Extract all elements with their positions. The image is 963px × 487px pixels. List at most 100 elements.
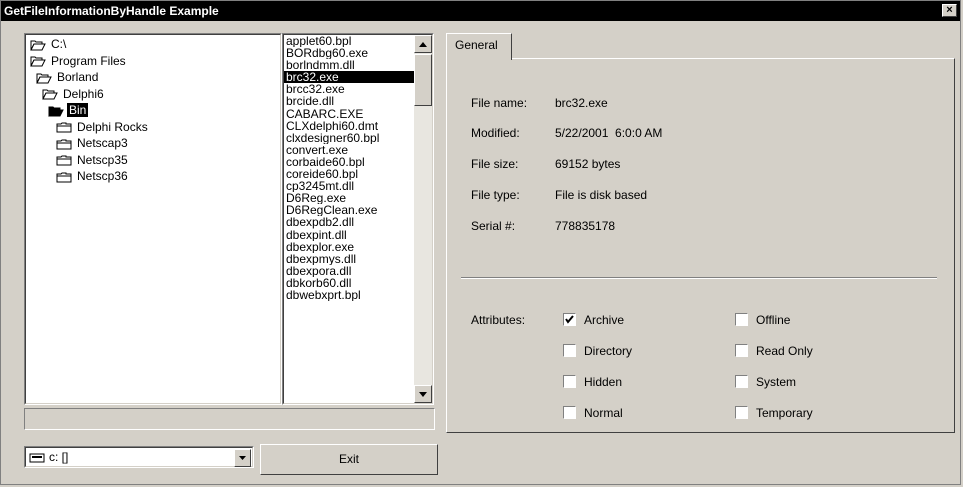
- status-bar: [24, 408, 435, 430]
- file-type-value: File is disk based: [555, 188, 648, 202]
- chevron-down-icon: [239, 456, 246, 460]
- open-folder-icon: [30, 40, 46, 51]
- file-list-item[interactable]: coreide60.bpl: [284, 168, 414, 180]
- drive-icon: [29, 453, 45, 463]
- folder-icon: [56, 122, 72, 133]
- tree-item-borland[interactable]: Borland: [36, 69, 100, 85]
- file-list-item[interactable]: corbaide60.bpl: [284, 156, 414, 168]
- attributes-label: Attributes:: [471, 313, 526, 327]
- exit-label: Exit: [338, 452, 359, 466]
- general-panel: File name: brc32.exe Modified: 5/22/2001 6…: [446, 58, 955, 433]
- serial-row: Serial #: 778835178: [471, 218, 615, 234]
- file-list-item[interactable]: D6Reg.exe: [284, 192, 414, 204]
- file-list-item[interactable]: applet60.bpl: [284, 35, 414, 47]
- file-list-frame: applet60.bpl BORdbg60.exe borlndmm.dll brc3…: [283, 34, 433, 404]
- window-title: GetFileInformationByHandle Example: [4, 4, 219, 18]
- file-list-item[interactable]: dbexpmys.dll: [284, 253, 414, 265]
- file-list-item[interactable]: BORdbg60.exe: [284, 47, 414, 59]
- file-list-item[interactable]: dbkorb60.dll: [284, 277, 414, 289]
- checkbox-read-only[interactable]: Read Only: [735, 343, 813, 359]
- folder-icon: [56, 139, 72, 150]
- triangle-up-icon: [419, 42, 427, 47]
- drive-combo-frame: c: []: [25, 447, 253, 467]
- file-list-item[interactable]: CABARC.EXE: [284, 108, 414, 120]
- checkbox-temporary[interactable]: Temporary: [735, 405, 813, 421]
- checkbox-box[interactable]: [563, 313, 576, 327]
- checkbox-hidden[interactable]: Hidden: [563, 374, 622, 390]
- scroll-down-button[interactable]: [414, 385, 432, 403]
- tree-item-label: Borland: [57, 70, 99, 84]
- scroll-up-button[interactable]: [414, 35, 432, 53]
- file-list-item[interactable]: cp3245mt.dll: [284, 180, 414, 192]
- tree-item-delphi-rocks[interactable]: Delphi Rocks: [56, 119, 150, 135]
- close-button[interactable]: ×: [942, 4, 957, 17]
- file-list-item[interactable]: borlndmm.dll: [284, 59, 414, 71]
- tree-item-netscp36[interactable]: Netscp36: [56, 168, 130, 184]
- folder-icon: [56, 172, 72, 183]
- tree-item-program-files[interactable]: Program Files: [30, 53, 128, 69]
- folder-icon: [56, 155, 72, 166]
- exit-button[interactable]: Exit: [260, 444, 438, 475]
- file-name-value: brc32.exe: [555, 96, 608, 110]
- drive-dropdown-button[interactable]: [234, 449, 251, 467]
- file-list-item[interactable]: dbexpora.dll: [284, 265, 414, 277]
- file-type-label: File type:: [471, 188, 520, 202]
- checkbox-box[interactable]: [735, 375, 748, 389]
- checkbox-box[interactable]: [735, 406, 748, 420]
- file-list-scrollbar[interactable]: [414, 35, 432, 403]
- file-list-item[interactable]: D6RegClean.exe: [284, 204, 414, 216]
- checkbox-label: Normal: [584, 406, 623, 420]
- file-list-item[interactable]: dbwebxprt.bpl: [284, 289, 414, 301]
- tree-item-label: Delphi Rocks: [77, 119, 148, 134]
- tree-frame: C:\ Program Files Borland Delphi6 Bin Delphi …: [25, 34, 281, 404]
- triangle-down-icon: [419, 392, 427, 397]
- file-list-item[interactable]: brcide.dll: [284, 95, 414, 107]
- checkbox-system[interactable]: System: [735, 374, 796, 390]
- checkbox-box[interactable]: [735, 344, 748, 358]
- checkbox-offline[interactable]: Offline: [735, 312, 790, 328]
- drive-combo[interactable]: c: []: [24, 446, 254, 468]
- checkbox-archive[interactable]: Archive: [563, 312, 624, 328]
- file-list-item[interactable]: dbexplor.exe: [284, 241, 414, 253]
- file-list-item[interactable]: dbexpint.dll: [284, 229, 414, 241]
- checkbox-directory[interactable]: Directory: [563, 343, 632, 359]
- file-name-label: File name:: [471, 96, 528, 110]
- tree-item-bin[interactable]: Bin: [48, 102, 89, 118]
- directory-tree[interactable]: C:\ Program Files Borland Delphi6 Bin Delphi …: [24, 33, 282, 405]
- tab-general[interactable]: General: [446, 33, 512, 60]
- checkbox-box[interactable]: [735, 313, 748, 327]
- file-list-item[interactable]: clxdesigner60.bpl: [284, 132, 414, 144]
- file-list-item[interactable]: dbexpdb2.dll: [284, 216, 414, 228]
- tree-item-label: Netscap3: [77, 136, 128, 150]
- checkbox-label: System: [756, 375, 797, 389]
- checkbox-box[interactable]: [563, 375, 576, 389]
- tree-item-c[interactable]: C:\: [30, 36, 68, 52]
- checkbox-box[interactable]: [563, 406, 576, 420]
- checkbox-label: Hidden: [584, 375, 623, 389]
- file-items: applet60.bpl BORdbg60.exe borlndmm.dll brc3…: [284, 35, 414, 301]
- scroll-thumb[interactable]: [414, 54, 432, 106]
- tree-item-netscap3[interactable]: Netscap3: [56, 135, 130, 151]
- open-folder-icon: [36, 73, 52, 84]
- modified-row: Modified: 5/22/2001 6:0:0 AM: [471, 125, 662, 141]
- file-list-item[interactable]: CLXdelphi60.dmt: [284, 120, 414, 132]
- file-list[interactable]: applet60.bpl BORdbg60.exe borlndmm.dll brc3…: [282, 33, 434, 405]
- checkbox-label: Directory: [584, 344, 633, 358]
- title-bar[interactable]: GetFileInformationByHandle Example ×: [1, 1, 960, 21]
- checkbox-label: Read Only: [756, 344, 813, 358]
- file-size-value: 69152 bytes: [555, 157, 621, 171]
- checkbox-box[interactable]: [563, 344, 576, 358]
- close-icon: ×: [946, 4, 953, 16]
- tab-general-label: General: [455, 38, 498, 52]
- tree-item-label: Bin: [67, 103, 89, 117]
- checkbox-normal[interactable]: Normal: [563, 405, 623, 421]
- tree-item-delphi6[interactable]: Delphi6: [42, 86, 106, 102]
- tree-item-netscp35[interactable]: Netscp35: [56, 152, 130, 168]
- tree-item-label: C:\: [51, 37, 67, 51]
- checkmark-icon: [565, 315, 574, 324]
- file-list-item[interactable]: brc32.exe: [284, 71, 414, 84]
- file-list-item[interactable]: convert.exe: [284, 144, 414, 156]
- serial-label: Serial #:: [471, 219, 516, 233]
- file-list-item[interactable]: brcc32.exe: [284, 83, 414, 95]
- tree-item-label: Delphi6: [63, 86, 104, 101]
